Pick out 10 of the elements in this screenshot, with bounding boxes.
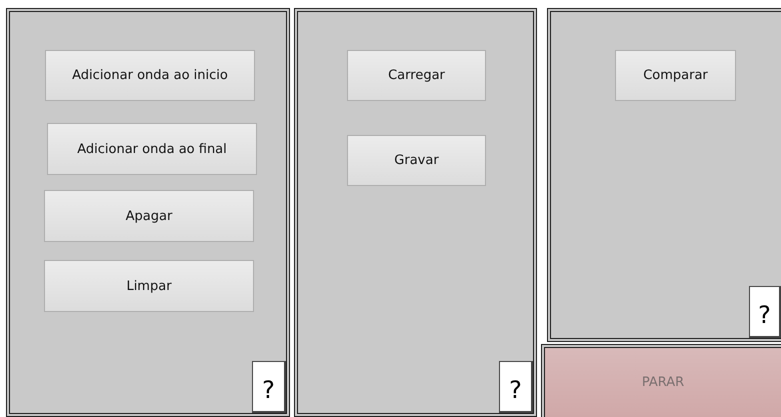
help-button[interactable]: ?	[499, 361, 533, 413]
action-button[interactable]: Comparar	[615, 50, 736, 101]
action-button[interactable]: Adicionar onda ao inicio	[45, 50, 255, 101]
help-button[interactable]: ?	[749, 286, 781, 338]
help-button[interactable]: ?	[252, 361, 286, 413]
action-button[interactable]: Adicionar onda ao final	[47, 123, 257, 175]
action-button[interactable]: Carregar	[347, 50, 486, 101]
action-button[interactable]: Limpar	[44, 260, 254, 312]
action-button[interactable]: Apagar	[44, 190, 254, 242]
action-button[interactable]: Gravar	[347, 135, 486, 186]
